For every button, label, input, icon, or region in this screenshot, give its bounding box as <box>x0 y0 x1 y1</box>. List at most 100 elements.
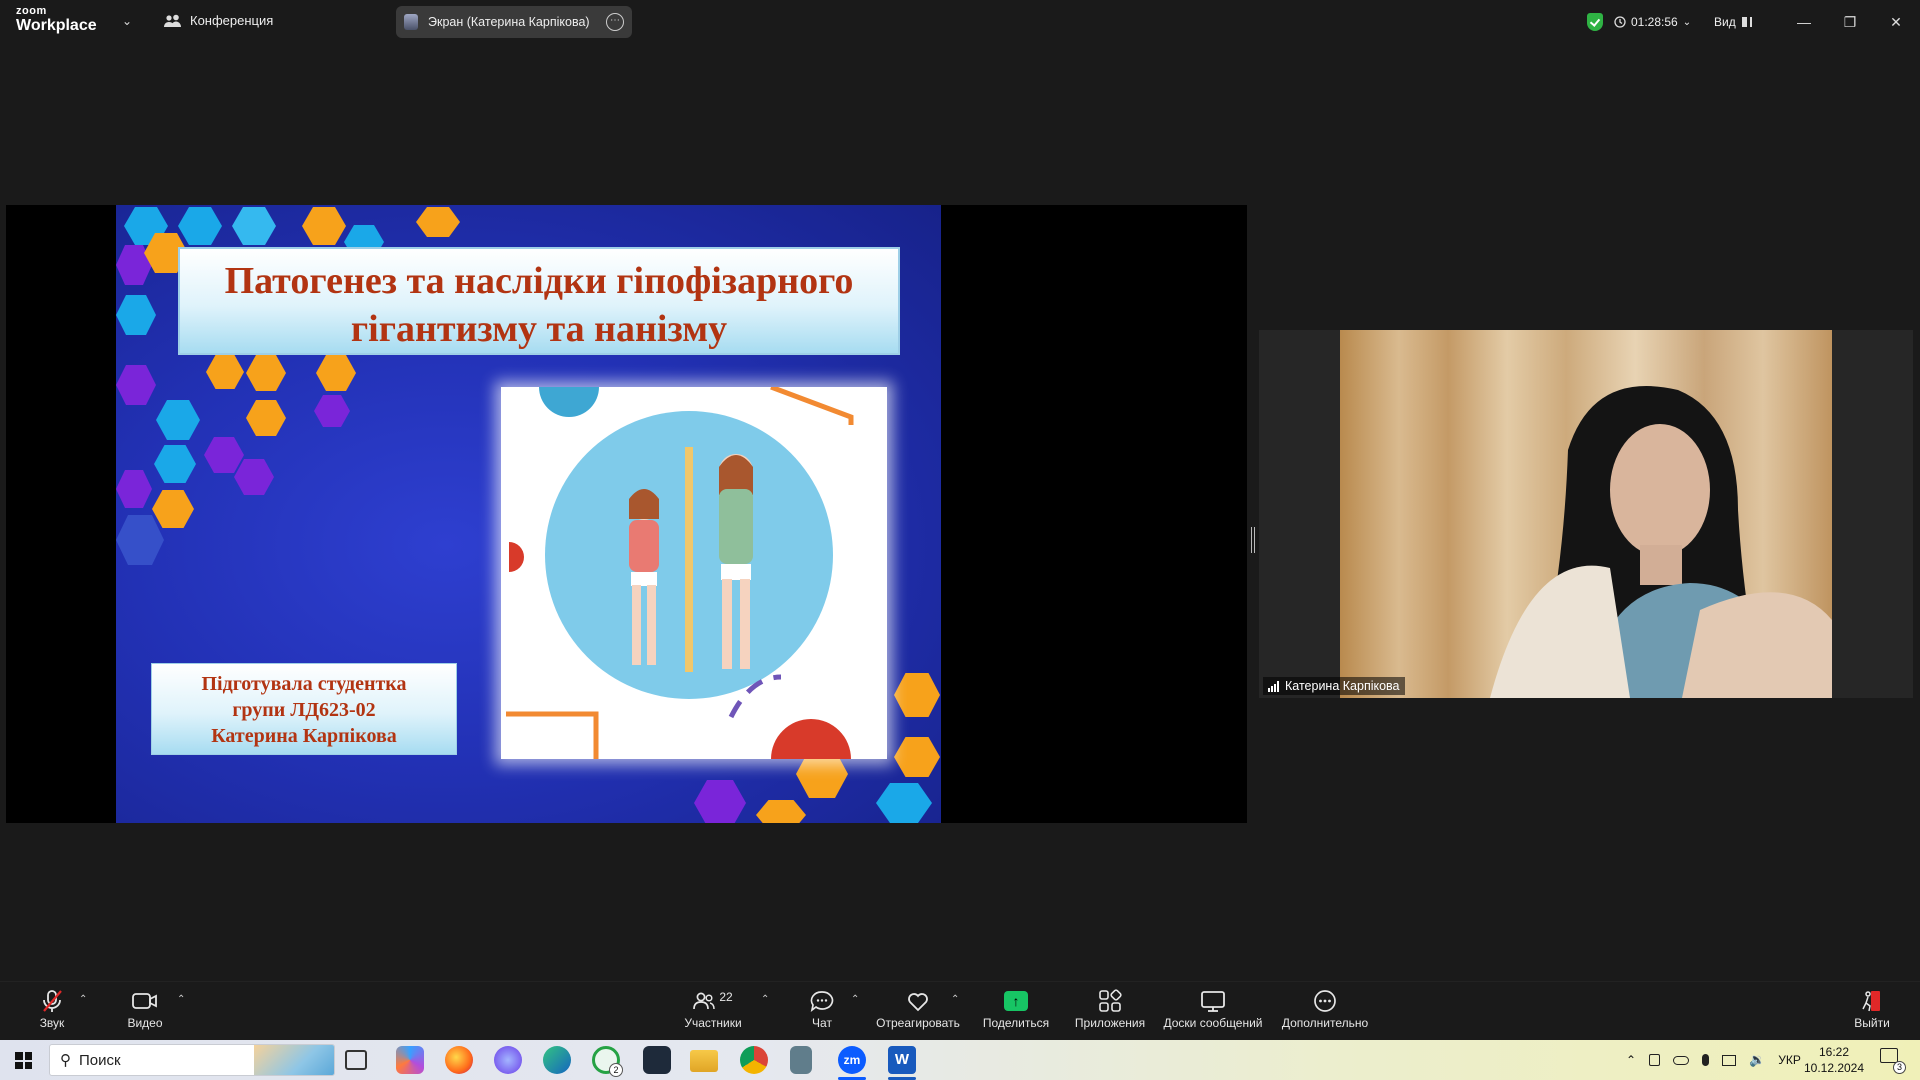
audio-options-caret-icon[interactable]: ⌃ <box>79 994 87 1005</box>
hexagon-decoration <box>154 445 196 483</box>
hexagon-decoration <box>302 207 346 245</box>
input-language[interactable]: УКР <box>1778 1053 1801 1067</box>
chevron-down-icon: ⌄ <box>1682 16 1692 28</box>
hexagon-decoration <box>894 673 940 717</box>
top-bar: zoom Workplace ⌄ Конференция Экран (Кате… <box>0 0 1920 44</box>
participants-options-caret-icon[interactable]: ⌃ <box>761 994 769 1005</box>
panel-resize-handle[interactable] <box>1251 527 1255 553</box>
onedrive-cloud-icon[interactable] <box>1673 1055 1690 1065</box>
network-icon[interactable] <box>1722 1054 1737 1066</box>
word-app-icon[interactable]: W <box>888 1046 916 1074</box>
video-button[interactable]: Видео <box>122 988 168 1030</box>
audio-label: Звук <box>39 1016 65 1030</box>
view-menu-button[interactable]: Вид <box>1714 10 1752 34</box>
heart-icon <box>908 993 928 1012</box>
hexagon-decoration <box>206 355 244 389</box>
chat-options-caret-icon[interactable]: ⌃ <box>851 994 859 1005</box>
zoom-workplace-logo[interactable]: zoom Workplace <box>16 6 97 34</box>
leave-meeting-button[interactable]: Выйти <box>1852 988 1892 1030</box>
taskbar-clock[interactable]: 16:22 10.12.2024 <box>1800 1044 1868 1076</box>
participant-silhouette <box>1490 386 1832 698</box>
hexagon-decoration <box>234 459 274 495</box>
share-screen-button[interactable]: ↑ Поделиться <box>980 988 1052 1030</box>
react-options-caret-icon[interactable]: ⌃ <box>951 994 959 1005</box>
more-label: Дополнительно <box>1281 1016 1369 1030</box>
participant-video-feed <box>1340 330 1832 698</box>
hexagon-decoration <box>416 207 460 237</box>
signal-strength-icon <box>1268 680 1279 692</box>
participant-name: Катерина Карпікова <box>1285 679 1400 693</box>
more-dots-icon <box>1314 990 1336 1012</box>
slide-title-box: Патогенез та наслідки гіпофізарного гіга… <box>178 247 900 355</box>
chevron-down-icon[interactable]: ⌄ <box>122 14 132 28</box>
hexagon-decoration <box>116 365 156 405</box>
encryption-shield[interactable] <box>1587 10 1603 34</box>
volume-icon[interactable]: 🔉 <box>1749 1052 1765 1068</box>
more-button[interactable]: Дополнительно <box>1280 988 1370 1030</box>
hexagon-decoration <box>246 355 286 391</box>
clock-time: 16:22 <box>1818 1045 1850 1059</box>
slide-author-box: Підготувала студентка групи ЛД623-02 Кат… <box>151 663 457 755</box>
microphone-icon[interactable] <box>1702 1054 1710 1066</box>
apps-grid-icon <box>1099 989 1122 1012</box>
meet-now-icon[interactable] <box>1649 1054 1661 1066</box>
system-tray: ⌃ 🔉 УКР <box>1626 1040 1801 1080</box>
windows-start-button[interactable] <box>15 1052 32 1069</box>
whiteboard-icon <box>1201 991 1225 1012</box>
chat-bubble-icon <box>810 991 834 1012</box>
video-camera-icon <box>132 993 157 1009</box>
participant-video-tile[interactable]: Катерина Карпікова <box>1259 330 1913 698</box>
hexagon-decoration <box>156 400 200 440</box>
participants-count: 22 <box>719 990 733 1004</box>
notifications-icon[interactable]: 3 <box>1880 1048 1906 1074</box>
app-shield-icon[interactable] <box>643 1046 671 1074</box>
edge-beta-icon[interactable] <box>494 1046 522 1074</box>
video-options-caret-icon[interactable]: ⌃ <box>177 994 185 1005</box>
meeting-timer[interactable]: 01:28:56 ⌄ <box>1614 10 1691 34</box>
whiteboards-button[interactable]: Доски сообщений <box>1160 988 1266 1030</box>
react-button[interactable]: Отреагировать <box>873 988 963 1030</box>
presenter-avatar <box>404 14 418 30</box>
hexagon-decoration <box>756 800 806 823</box>
apps-label: Приложения <box>1074 1016 1146 1030</box>
whatsapp-icon[interactable]: 2 <box>592 1046 623 1077</box>
author-line-3: Катерина Карпікова <box>211 725 397 747</box>
brand-small: zoom <box>16 5 47 17</box>
apps-button[interactable]: Приложения <box>1072 988 1148 1030</box>
more-options-icon[interactable]: ⋯ <box>606 13 624 31</box>
edge-icon[interactable] <box>543 1046 571 1074</box>
task-view-icon[interactable] <box>345 1050 367 1070</box>
file-explorer-icon[interactable] <box>690 1050 718 1072</box>
people-group-icon <box>164 14 181 27</box>
whiteboards-label: Доски сообщений <box>1163 1016 1263 1030</box>
conference-menu-button[interactable]: Конференция <box>164 13 273 28</box>
view-layout-icon <box>1741 17 1752 27</box>
audio-button[interactable]: Звук <box>30 988 74 1030</box>
screen-share-indicator[interactable]: Экран (Катерина Карпікова) ⋯ <box>396 6 632 38</box>
chat-button[interactable]: Чат <box>802 988 842 1030</box>
taskbar-search-box[interactable]: ⚲ Поиск <box>49 1044 335 1076</box>
copilot-icon[interactable] <box>396 1046 424 1074</box>
chevron-up-icon[interactable]: ⌃ <box>1626 1053 1636 1067</box>
share-arrow-icon: ↑ <box>1004 991 1028 1011</box>
firefox-icon[interactable] <box>445 1046 473 1074</box>
restore-button[interactable]: ❐ <box>1836 8 1864 36</box>
search-icon: ⚲ <box>60 1052 71 1069</box>
clock-icon <box>1614 16 1626 28</box>
participants-label: Участники <box>684 1016 742 1030</box>
share-label: Поделиться <box>982 1016 1050 1030</box>
conference-label: Конференция <box>190 13 274 28</box>
hexagon-decoration <box>316 355 356 391</box>
chrome-icon[interactable] <box>740 1046 768 1074</box>
author-line-1: Підготувала студентка <box>201 673 407 695</box>
hexagon-decoration <box>694 780 746 823</box>
hexagon-decoration <box>204 437 244 473</box>
zoom-app-icon[interactable]: zm <box>838 1046 866 1074</box>
calculator-icon[interactable] <box>790 1046 812 1074</box>
hexagon-decoration <box>314 395 350 427</box>
close-button[interactable]: ✕ <box>1882 8 1910 36</box>
minimize-button[interactable]: — <box>1790 8 1818 36</box>
notifications-count: 3 <box>1893 1061 1906 1074</box>
hexagon-decoration <box>152 490 194 528</box>
participants-button[interactable]: 22 Участники <box>676 988 750 1030</box>
